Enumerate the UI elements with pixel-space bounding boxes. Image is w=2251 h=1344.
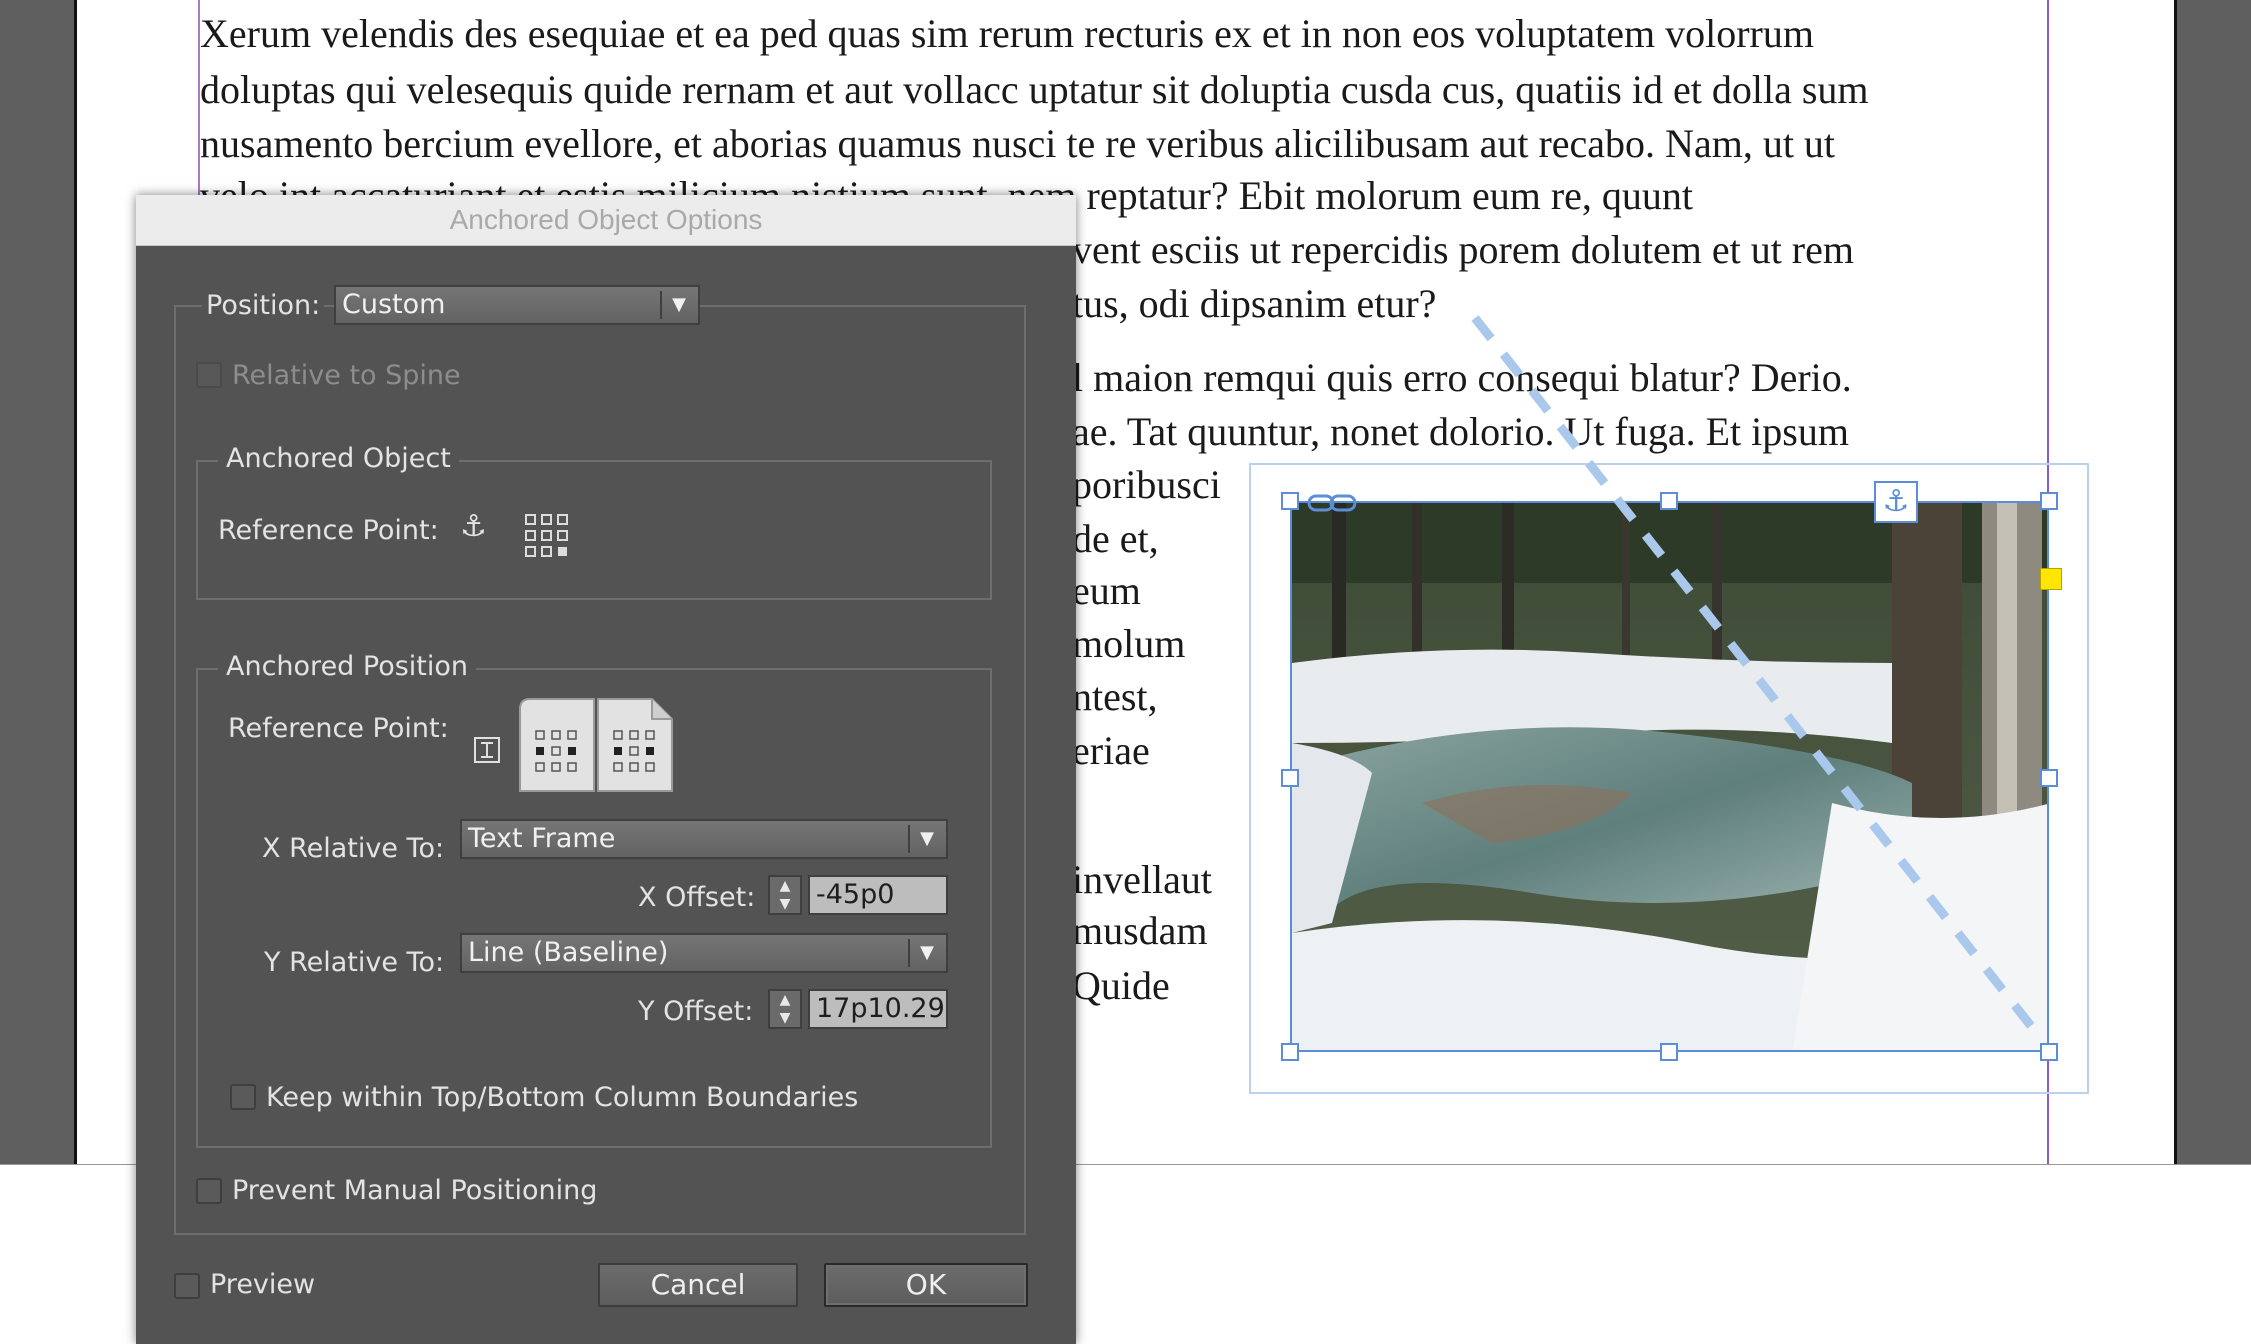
anchor-icon[interactable]: ⚓ — [1874, 481, 1918, 523]
x-offset-stepper[interactable]: ▲ ▼ — [768, 875, 802, 915]
keep-within-label: Keep within Top/Bottom Column Boundaries — [266, 1082, 859, 1113]
selection-handle-bottom-center[interactable] — [1660, 1043, 1678, 1061]
selection-handle-top-left[interactable] — [1281, 492, 1299, 510]
x-offset-label: X Offset: — [638, 882, 756, 913]
snowy-stream-photo — [1292, 503, 2047, 1050]
page-edge-right — [2174, 0, 2177, 1164]
selection-handle-middle-left[interactable] — [1281, 769, 1299, 787]
position-reference-point-label: Reference Point: — [228, 713, 449, 744]
body-text-line[interactable]: poribusci — [1072, 461, 1221, 509]
object-reference-point-label: Reference Point: — [218, 515, 439, 546]
body-text-line[interactable]: Xerum velendis des esequiae et ea ped qu… — [200, 10, 1814, 58]
relative-to-spine-label: Relative to Spine — [232, 360, 461, 391]
body-text-line[interactable]: de et, — [1072, 515, 1159, 563]
spread-reference-icon[interactable] — [516, 695, 676, 795]
body-text-line[interactable]: invellaut — [1072, 856, 1212, 904]
preview-checkbox[interactable] — [174, 1273, 200, 1299]
body-text-line[interactable]: eum — [1072, 567, 1141, 615]
anchored-position-title: Anchored Position — [218, 651, 477, 682]
x-offset-field[interactable]: -45p0 — [808, 875, 948, 915]
ok-button[interactable]: OK — [824, 1263, 1028, 1307]
keep-within-checkbox[interactable] — [230, 1084, 256, 1110]
x-relative-value: Text Frame — [468, 823, 616, 854]
position-select[interactable]: Custom ▼ — [334, 285, 700, 325]
relative-to-spine-checkbox[interactable] — [196, 362, 222, 388]
body-text-line[interactable]: Quide — [1072, 962, 1170, 1010]
prevent-manual-positioning-label: Prevent Manual Positioning — [232, 1175, 598, 1206]
selection-handle-bottom-right[interactable] — [2040, 1043, 2058, 1061]
preview-label: Preview — [210, 1269, 316, 1300]
body-text-line[interactable]: doluptas qui velesequis quide rernam et … — [200, 66, 1869, 114]
cancel-button[interactable]: Cancel — [598, 1263, 798, 1307]
corner-effects-handle[interactable] — [2040, 568, 2062, 590]
dialog-title: Anchored Object Options — [136, 195, 1076, 246]
reference-point-grid-icon[interactable] — [524, 513, 570, 559]
body-text-line[interactable]: musdam — [1072, 907, 1208, 955]
chevron-down-icon: ▼ — [672, 294, 686, 315]
position-select-value: Custom — [342, 289, 446, 320]
pasteboard-left — [0, 0, 76, 1164]
body-text-line[interactable]: ae. Tat quuntur, nonet dolorio. Ut fuga.… — [1072, 408, 1849, 456]
body-text-line[interactable]: ntest, — [1072, 673, 1158, 721]
text-frame-reference-icon — [474, 737, 500, 763]
x-relative-select[interactable]: Text Frame ▼ — [460, 819, 948, 859]
y-offset-label: Y Offset: — [638, 996, 754, 1027]
y-offset-field[interactable]: 17p10.29 — [808, 989, 948, 1029]
image-frame[interactable] — [1290, 501, 2049, 1052]
body-text-line[interactable]: tus, odi dipsanim etur? — [1072, 280, 1436, 328]
body-text-line[interactable]: l maion remqui quis erro consequi blatur… — [1072, 354, 1852, 402]
body-text-line[interactable]: molum — [1072, 620, 1185, 668]
chevron-down-icon: ▼ — [920, 942, 934, 963]
x-relative-label: X Relative To: — [262, 833, 445, 864]
body-text-line[interactable]: nusamento bercium evellore, et aborias q… — [200, 120, 1835, 168]
y-relative-label: Y Relative To: — [264, 947, 445, 978]
selection-handle-middle-right[interactable] — [2040, 769, 2058, 787]
chevron-down-icon: ▼ — [920, 828, 934, 849]
selection-handle-bottom-left[interactable] — [1281, 1043, 1299, 1061]
anchored-object-title: Anchored Object — [218, 443, 459, 474]
pasteboard-right — [2175, 0, 2251, 1164]
y-offset-stepper[interactable]: ▲ ▼ — [768, 989, 802, 1029]
prevent-manual-positioning-checkbox[interactable] — [196, 1178, 222, 1204]
position-label: Position: — [202, 290, 325, 321]
anchored-object-options-dialog: Anchored Object Options Position: Custom… — [136, 195, 1076, 1344]
anchor-icon: ⚓ — [460, 509, 487, 544]
selection-handle-top-center[interactable] — [1660, 492, 1678, 510]
body-text-line[interactable]: vent esciis ut repercidis porem dolutem … — [1072, 226, 1854, 274]
page-edge-left — [74, 0, 77, 1164]
body-text-line[interactable]: eriae — [1072, 727, 1150, 775]
selection-handle-top-right[interactable] — [2040, 492, 2058, 510]
y-relative-value: Line (Baseline) — [468, 937, 669, 968]
y-relative-select[interactable]: Line (Baseline) ▼ — [460, 933, 948, 973]
link-icon[interactable] — [1307, 492, 1357, 514]
